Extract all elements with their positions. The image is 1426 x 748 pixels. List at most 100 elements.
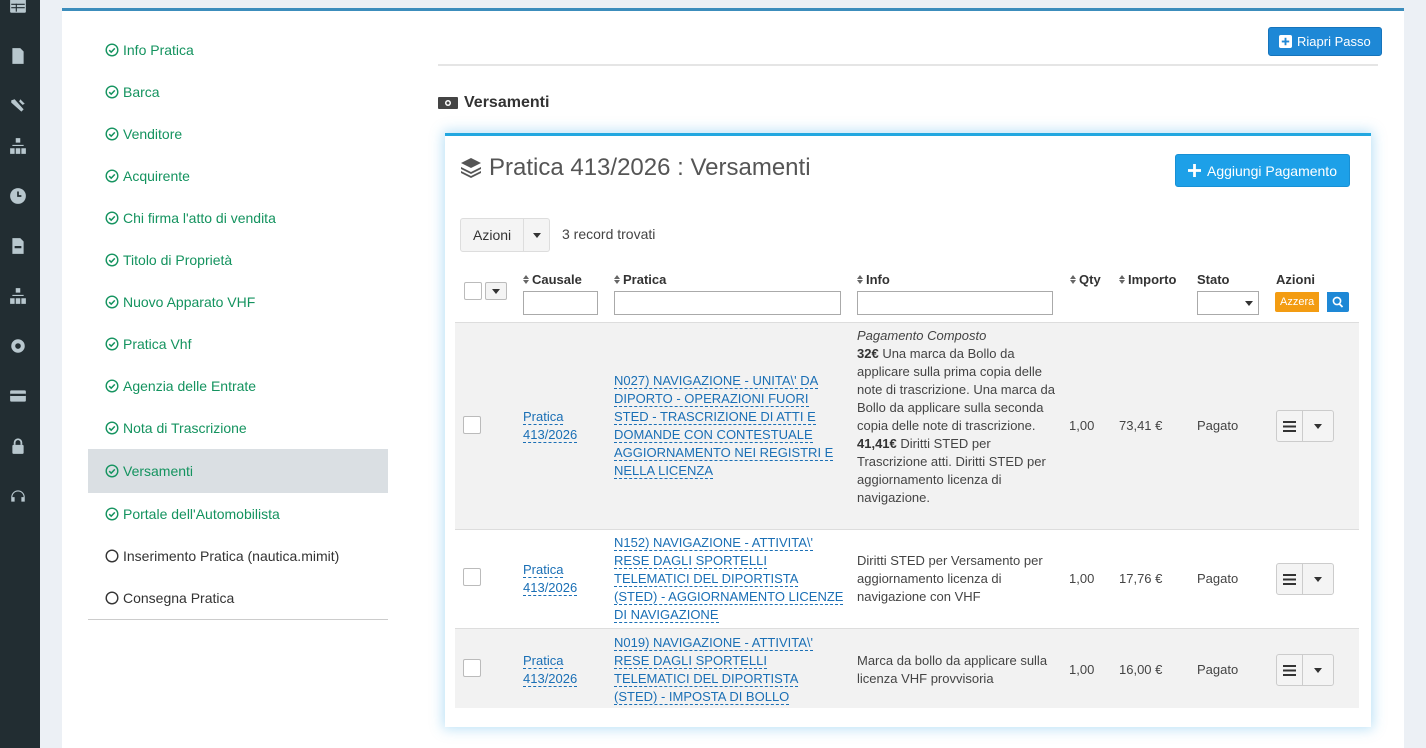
file-icon[interactable]: [8, 46, 28, 66]
step-item[interactable]: Versamenti: [88, 449, 388, 493]
reset-filters-button[interactable]: Azzera: [1275, 292, 1320, 312]
row-actions: [1276, 654, 1334, 686]
pdf-file-icon[interactable]: [8, 236, 28, 256]
row-checkbox[interactable]: [463, 568, 481, 586]
sort-icon: [1070, 275, 1076, 284]
sort-icon: [1119, 275, 1125, 284]
divider: [438, 64, 1378, 66]
chevron-down-icon[interactable]: [524, 218, 551, 252]
step-label: Nota di Trascrizione: [123, 420, 247, 436]
bulk-actions-group: Azioni: [460, 218, 551, 252]
step-label: Portale dell'Automobilista: [123, 506, 280, 522]
info-cell: Diritti STED per Versamento per aggiorna…: [857, 553, 1043, 604]
header-importo[interactable]: Importo: [1119, 272, 1176, 287]
app-sidebar: [0, 0, 40, 748]
check-circle-icon: [105, 85, 119, 99]
step-label: Inserimento Pratica (nautica.mimit): [123, 548, 340, 564]
reopen-step-button[interactable]: Riapri Passo: [1268, 27, 1382, 56]
sort-icon: [857, 275, 863, 284]
menu-icon[interactable]: [1277, 564, 1303, 594]
pratica-link[interactable]: N152) NAVIGAZIONE - ATTIVITA\' RESE DAGL…: [614, 534, 844, 624]
check-circle-icon: [105, 295, 119, 309]
stato-cell: Pagato: [1197, 418, 1239, 433]
step-item[interactable]: Nuovo Apparato VHF: [88, 281, 388, 323]
step-item[interactable]: Consegna Pratica: [88, 577, 388, 619]
sitemap-icon[interactable]: [8, 286, 28, 306]
clock-icon[interactable]: [8, 186, 28, 206]
step-label: Nuovo Apparato VHF: [123, 294, 256, 310]
row-checkbox[interactable]: [463, 659, 481, 677]
tools-icon[interactable]: [8, 96, 28, 116]
table-icon[interactable]: [8, 0, 28, 16]
header-pratica[interactable]: Pratica: [614, 272, 666, 287]
table-row: Pratica 413/2026 N027) NAVIGAZIONE - UNI…: [455, 322, 1359, 529]
step-item[interactable]: Titolo di Proprietà: [88, 239, 388, 281]
causale-link[interactable]: Pratica 413/2026: [523, 408, 598, 444]
step-label: Info Pratica: [123, 42, 194, 58]
wizard-steps: Info Pratica Barca Venditore Acquirente Chi …: [88, 29, 388, 620]
step-item[interactable]: Venditore: [88, 113, 388, 155]
filter-stato-select[interactable]: [1197, 291, 1259, 315]
check-circle-icon: [105, 507, 119, 521]
sort-icon: [523, 275, 529, 284]
stato-cell: Pagato: [1197, 662, 1239, 677]
pratica-link[interactable]: N027) NAVIGAZIONE - UNITA\' DA DIPORTO -…: [614, 372, 844, 480]
causale-link[interactable]: Pratica 413/2026: [523, 652, 598, 688]
step-label: Titolo di Proprietà: [123, 252, 233, 268]
select-options-dropdown[interactable]: [485, 282, 507, 300]
step-item[interactable]: Barca: [88, 71, 388, 113]
step-label: Pratica Vhf: [123, 336, 192, 352]
qty-cell: 1,00: [1069, 571, 1095, 586]
divider: [88, 619, 388, 620]
select-all-checkbox[interactable]: [464, 282, 482, 300]
step-item[interactable]: Info Pratica: [88, 29, 388, 71]
add-payment-label: Aggiungi Pagamento: [1207, 162, 1337, 179]
credit-card-icon[interactable]: [8, 386, 28, 406]
step-item[interactable]: Chi firma l'atto di vendita: [88, 197, 388, 239]
circle-icon: [105, 591, 119, 605]
chevron-down-icon[interactable]: [1303, 564, 1333, 594]
plus-icon: [1188, 164, 1201, 177]
step-label: Acquirente: [123, 168, 190, 184]
check-circle-icon: [105, 421, 119, 435]
row-checkbox[interactable]: [463, 416, 481, 434]
sort-icon: [614, 275, 620, 284]
step-item[interactable]: Acquirente: [88, 155, 388, 197]
sitemap-icon[interactable]: [8, 136, 28, 156]
plus-square-icon: [1279, 35, 1292, 48]
check-circle-icon: [105, 211, 119, 225]
step-item[interactable]: Pratica Vhf: [88, 323, 388, 365]
check-circle-icon: [105, 464, 119, 478]
step-label: Barca: [123, 84, 160, 100]
menu-icon[interactable]: [1277, 655, 1303, 685]
chevron-down-icon[interactable]: [1303, 411, 1333, 441]
record-count: 3 record trovati: [562, 226, 656, 242]
filter-info-input[interactable]: [857, 291, 1053, 315]
step-item[interactable]: Portale dell'Automobilista: [88, 493, 388, 535]
step-item[interactable]: Nota di Trascrizione: [88, 407, 388, 449]
search-icon[interactable]: [1327, 292, 1349, 312]
step-item[interactable]: Agenzia delle Entrate: [88, 365, 388, 407]
header-qty[interactable]: Qty: [1070, 272, 1101, 287]
gear-icon[interactable]: [8, 336, 28, 356]
header-info[interactable]: Info: [857, 272, 890, 287]
row-actions: [1276, 410, 1334, 442]
add-payment-button[interactable]: Aggiungi Pagamento: [1175, 154, 1350, 187]
pratica-link[interactable]: N019) NAVIGAZIONE - ATTIVITA\' RESE DAGL…: [614, 634, 844, 706]
section-title: Versamenti: [464, 94, 550, 111]
chevron-down-icon[interactable]: [1303, 655, 1333, 685]
step-item[interactable]: Inserimento Pratica (nautica.mimit): [88, 535, 388, 577]
lock-icon[interactable]: [8, 436, 28, 456]
menu-icon[interactable]: [1277, 411, 1303, 441]
step-label: Consegna Pratica: [123, 590, 235, 606]
header-azioni: Azioni: [1276, 272, 1315, 287]
bulk-actions-button[interactable]: Azioni: [460, 218, 525, 252]
filter-causale-input[interactable]: [523, 291, 598, 315]
check-circle-icon: [105, 253, 119, 267]
table-row: Pratica 413/2026 N019) NAVIGAZIONE - ATT…: [455, 628, 1359, 708]
header-causale[interactable]: Causale: [523, 272, 582, 287]
headset-icon[interactable]: [8, 486, 28, 506]
row-actions: [1276, 563, 1334, 595]
causale-link[interactable]: Pratica 413/2026: [523, 561, 598, 597]
filter-pratica-input[interactable]: [614, 291, 841, 315]
